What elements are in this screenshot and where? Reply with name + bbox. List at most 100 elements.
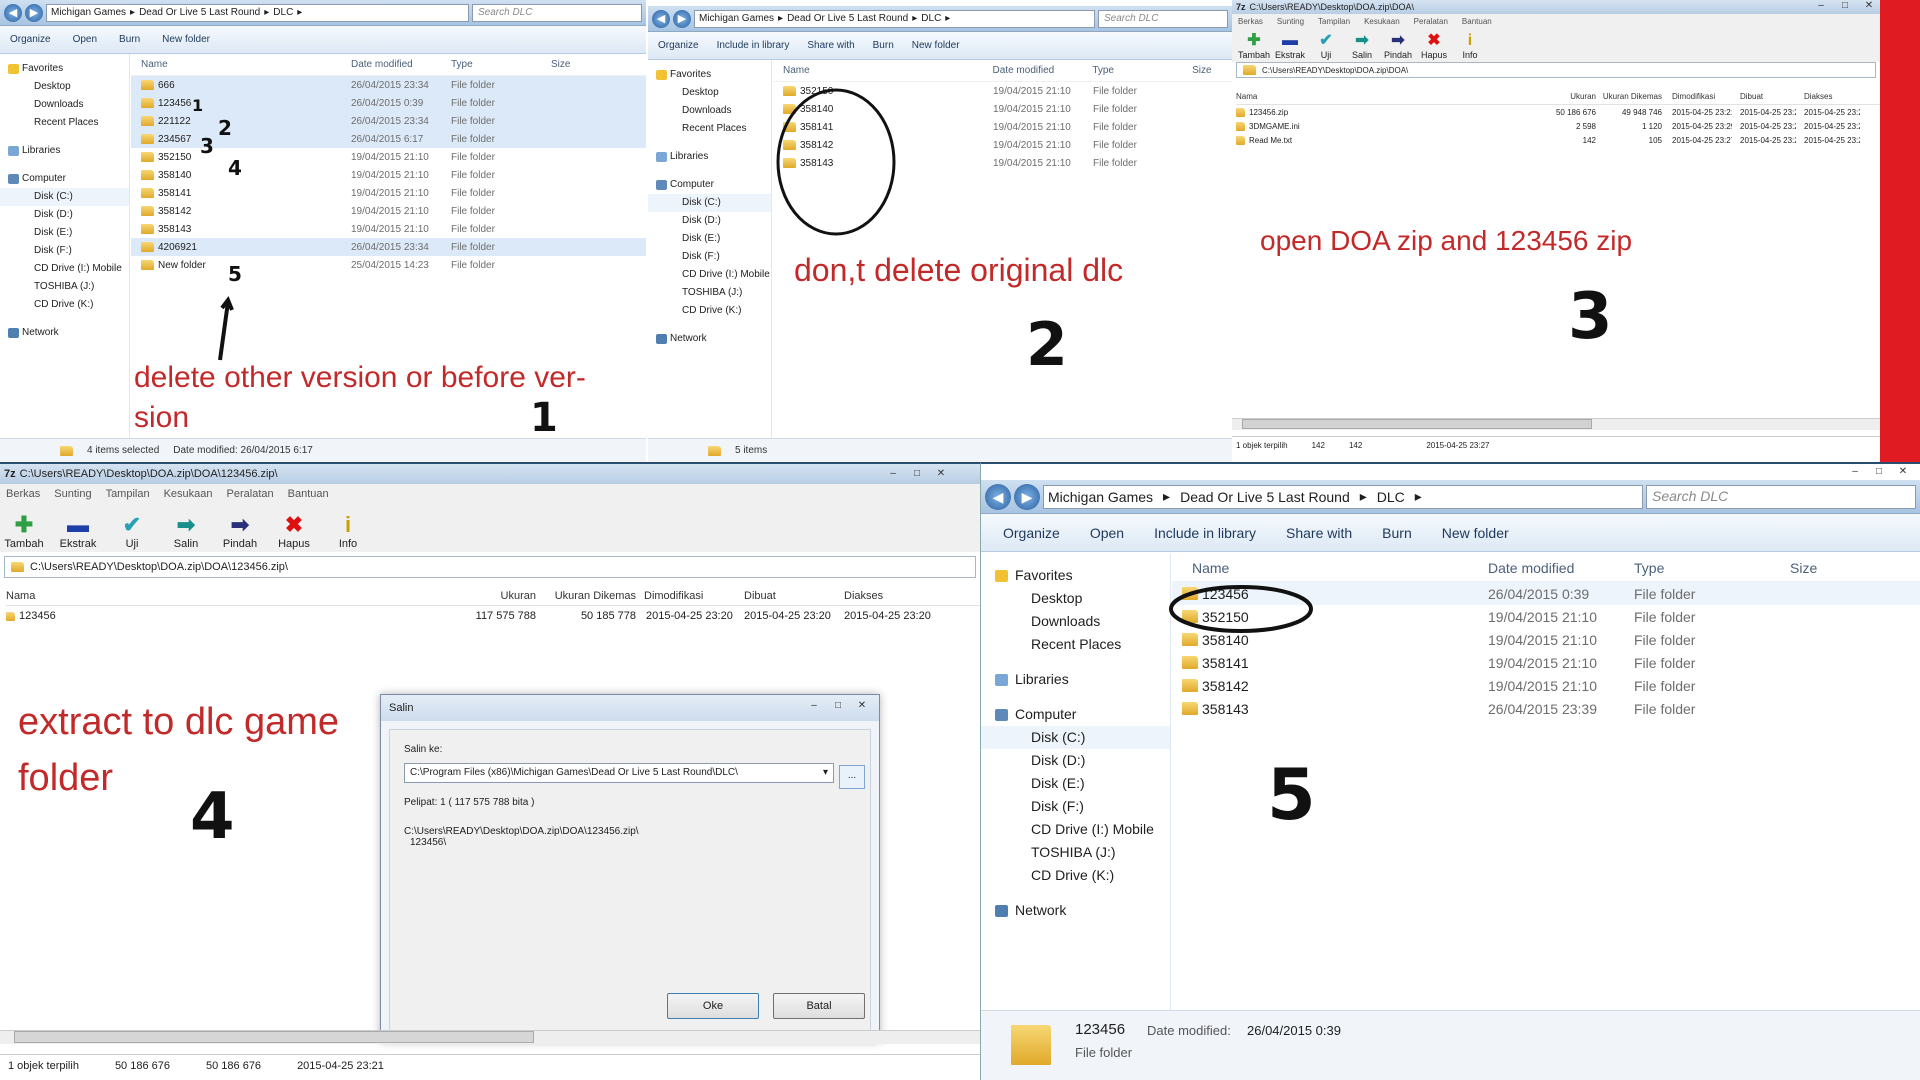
ok-button[interactable]: Oke bbox=[667, 993, 759, 1019]
nav-libraries[interactable]: Libraries bbox=[981, 668, 1170, 691]
nav-drive[interactable]: CD Drive (I:) Mobile bbox=[981, 818, 1170, 841]
minimize-icon[interactable]: – bbox=[803, 698, 825, 714]
nav-drive[interactable]: Disk (E:) bbox=[981, 772, 1170, 795]
minimize-icon[interactable]: – bbox=[1810, 0, 1832, 14]
info-button[interactable]: i Info bbox=[1452, 32, 1488, 60]
nav-drive[interactable]: CD Drive (I:) Mobile bbox=[0, 260, 129, 278]
table-row[interactable]: 4206921 26/04/2015 23:34 File folder bbox=[131, 238, 646, 256]
forward-icon[interactable]: ▶ bbox=[25, 3, 43, 22]
extract-button[interactable]: ▬ Ekstrak bbox=[58, 512, 98, 550]
menu-item[interactable]: Kesukaan bbox=[164, 488, 213, 500]
nav-network[interactable]: Network bbox=[981, 899, 1170, 922]
table-row[interactable]: New folder 25/04/2015 14:23 File folder bbox=[131, 256, 646, 274]
breadcrumb[interactable]: Michigan Games ▸ Dead Or Live 5 Last Roun… bbox=[46, 3, 469, 22]
col-size[interactable]: Ukuran bbox=[406, 590, 536, 602]
nav-desktop[interactable]: Desktop bbox=[981, 587, 1170, 610]
menu-item[interactable]: Sunting bbox=[54, 488, 91, 500]
nav-drive[interactable]: TOSHIBA (J:) bbox=[981, 841, 1170, 864]
nav-drive[interactable]: Disk (E:) bbox=[0, 224, 129, 242]
col-packed[interactable]: Ukuran Dikemas bbox=[536, 590, 636, 602]
nav-favorites[interactable]: Favorites bbox=[981, 564, 1170, 587]
table-row[interactable]: Read Me.txt 142 105 2015-04-25 23:27 2015-04… bbox=[1236, 133, 1880, 147]
table-row[interactable]: 221122 26/04/2015 23:34 File folder bbox=[131, 112, 646, 130]
forward-icon[interactable]: ▶ bbox=[673, 9, 691, 28]
menu-item[interactable]: Berkas bbox=[1238, 17, 1263, 26]
back-icon[interactable]: ◀ bbox=[985, 483, 1011, 510]
move-button[interactable]: ➡ Pindah bbox=[220, 512, 260, 550]
search-input[interactable]: Search DLC bbox=[1098, 9, 1228, 28]
nav-downloads[interactable]: Downloads bbox=[0, 96, 129, 114]
chevron-down-icon[interactable]: ▾ bbox=[823, 767, 828, 778]
path-input[interactable]: C:\Users\READY\Desktop\DOA.zip\DOA\ bbox=[1236, 62, 1876, 78]
forward-icon[interactable]: ▶ bbox=[1014, 483, 1040, 510]
test-button[interactable]: ✔ Uji bbox=[1308, 32, 1344, 60]
col-accessed[interactable]: Diakses bbox=[1796, 92, 1860, 101]
nav-drive[interactable]: CD Drive (I:) Mobile bbox=[648, 266, 771, 284]
col-name[interactable]: Name bbox=[773, 65, 993, 76]
burn-button[interactable]: Burn bbox=[873, 40, 894, 51]
search-input[interactable]: Search DLC bbox=[1646, 484, 1916, 509]
nav-drive[interactable]: CD Drive (K:) bbox=[981, 864, 1170, 887]
col-type[interactable]: Type bbox=[1092, 65, 1192, 76]
table-row[interactable]: 123456.zip 50 186 676 49 948 746 2015-04-25… bbox=[1236, 105, 1880, 119]
breadcrumb-item[interactable]: Michigan Games bbox=[1048, 489, 1153, 505]
col-size[interactable]: Size bbox=[1192, 65, 1232, 76]
table-row[interactable]: 123456 26/04/2015 0:39 File folder bbox=[131, 94, 646, 112]
nav-network[interactable]: Network bbox=[648, 330, 771, 348]
table-row[interactable]: 358141 19/04/2015 21:10 File folder bbox=[1172, 651, 1920, 674]
horizontal-scrollbar[interactable] bbox=[0, 1030, 980, 1044]
nav-recent[interactable]: Recent Places bbox=[0, 114, 129, 132]
destination-combobox[interactable]: C:\Program Files (x86)\Michigan Games\De… bbox=[404, 763, 834, 783]
cancel-button[interactable]: Batal bbox=[773, 993, 865, 1019]
col-date[interactable]: Date modified bbox=[993, 65, 1093, 76]
col-name[interactable]: Nama bbox=[1236, 92, 1536, 101]
nav-libraries[interactable]: Libraries bbox=[648, 148, 771, 166]
menu-item[interactable]: Tampilan bbox=[1318, 17, 1350, 26]
nav-computer[interactable]: Computer bbox=[0, 170, 129, 188]
table-row[interactable]: 3DMGAME.ini 2 598 1 120 2015-04-25 23:29 201… bbox=[1236, 119, 1880, 133]
nav-drive[interactable]: CD Drive (K:) bbox=[0, 296, 129, 314]
breadcrumb-item[interactable]: DLC bbox=[921, 13, 941, 24]
extract-button[interactable]: ▬ Ekstrak bbox=[1272, 32, 1308, 60]
nav-recent[interactable]: Recent Places bbox=[981, 633, 1170, 656]
nav-drive[interactable]: Disk (C:) bbox=[0, 188, 129, 206]
col-created[interactable]: Dibuat bbox=[736, 590, 836, 602]
table-row[interactable]: 358143 26/04/2015 23:39 File folder bbox=[1172, 697, 1920, 720]
share-with-button[interactable]: Share with bbox=[1286, 525, 1352, 541]
table-row[interactable]: 358140 19/04/2015 21:10 File folder bbox=[131, 166, 646, 184]
col-name[interactable]: Name bbox=[131, 59, 351, 70]
open-button[interactable]: Open bbox=[73, 34, 97, 45]
menu-item[interactable]: Bantuan bbox=[288, 488, 329, 500]
back-icon[interactable]: ◀ bbox=[4, 3, 22, 22]
move-button[interactable]: ➡ Pindah bbox=[1380, 32, 1416, 60]
close-icon[interactable]: ✕ bbox=[930, 466, 952, 482]
nav-drive[interactable]: TOSHIBA (J:) bbox=[0, 278, 129, 296]
col-date[interactable]: Date modified bbox=[1488, 560, 1634, 576]
menu-item[interactable]: Kesukaan bbox=[1364, 17, 1400, 26]
maximize-icon[interactable]: □ bbox=[1834, 0, 1856, 14]
nav-drive[interactable]: Disk (D:) bbox=[0, 206, 129, 224]
nav-drive[interactable]: Disk (C:) bbox=[648, 194, 771, 212]
breadcrumb-item[interactable]: Michigan Games bbox=[699, 13, 774, 24]
maximize-icon[interactable]: □ bbox=[906, 466, 928, 482]
burn-button[interactable]: Burn bbox=[1382, 525, 1412, 541]
menu-item[interactable]: Tampilan bbox=[106, 488, 150, 500]
nav-favorites[interactable]: Favorites bbox=[648, 66, 771, 84]
nav-downloads[interactable]: Downloads bbox=[981, 610, 1170, 633]
col-size[interactable]: Size bbox=[1790, 560, 1850, 576]
include-library-button[interactable]: Include in library bbox=[1154, 525, 1256, 541]
nav-drive[interactable]: Disk (F:) bbox=[0, 242, 129, 260]
open-button[interactable]: Open bbox=[1090, 525, 1124, 541]
menu-item[interactable]: Peralatan bbox=[1414, 17, 1448, 26]
breadcrumb-item[interactable]: DLC bbox=[1377, 489, 1405, 505]
nav-drive[interactable]: Disk (E:) bbox=[648, 230, 771, 248]
table-row[interactable]: 358141 19/04/2015 21:10 File folder bbox=[131, 184, 646, 202]
organize-button[interactable]: Organize bbox=[10, 34, 51, 45]
nav-favorites[interactable]: Favorites bbox=[0, 60, 129, 78]
new-folder-button[interactable]: New folder bbox=[912, 40, 960, 51]
include-library-button[interactable]: Include in library bbox=[717, 40, 790, 51]
test-button[interactable]: ✔ Uji bbox=[112, 512, 152, 550]
add-button[interactable]: ✚ Tambah bbox=[1236, 32, 1272, 60]
nav-drive[interactable]: CD Drive (K:) bbox=[648, 302, 771, 320]
search-input[interactable]: Search DLC bbox=[472, 3, 642, 22]
